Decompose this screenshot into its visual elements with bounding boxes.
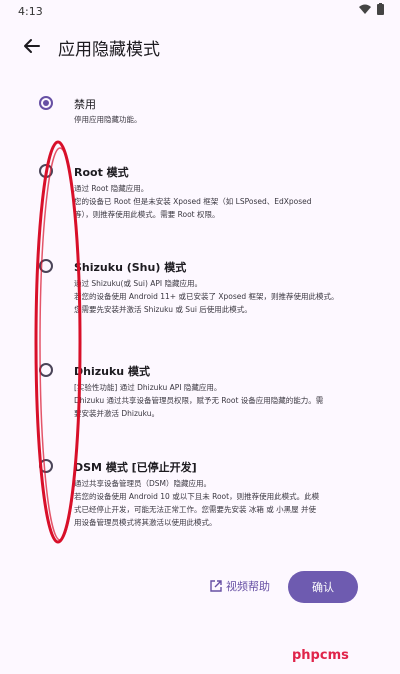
description-line: 通过 Shizuku(或 Sui) API 隐藏应用。 [74, 279, 203, 288]
option-title: 禁用 [74, 98, 96, 111]
page-title: 应用隐藏模式 [58, 40, 160, 60]
description-line: 停用应用隐藏功能。 [74, 115, 142, 124]
option-description: 通过共享设备管理员（DSM）隐藏应用。 若您的设备使用 Android 10 或… [74, 477, 366, 529]
option-dhizuku[interactable]: Dhizuku 模式 [实验性功能] 通过 Dhizuku API 隐藏应用。 … [0, 362, 400, 432]
description-line: 用设备管理员模式将其激活以使用此模式。 [74, 518, 217, 527]
option-shizuku[interactable]: Shizuku (Shu) 模式 通过 Shizuku(或 Sui) API 隐… [0, 256, 400, 326]
radio-disabled[interactable] [39, 96, 53, 110]
option-title: DSM 模式 [已停止开发] [74, 461, 197, 474]
option-title: Shizuku (Shu) 模式 [74, 261, 187, 274]
description-line: 若您的设备使用 Android 10 或以下且未 Root，则推荐使用此模式。此… [74, 492, 320, 501]
option-description: [实验性功能] 通过 Dhizuku API 隐藏应用。 Dhizuku 通过共… [74, 381, 366, 420]
option-root[interactable]: Root 模式 通过 Root 隐藏应用。 您的设备已 Root 但是未安装 X… [0, 158, 400, 228]
option-disabled[interactable]: 禁用 停用应用隐藏功能。 [0, 88, 400, 138]
option-dsm[interactable]: DSM 模式 [已停止开发] 通过共享设备管理员（DSM）隐藏应用。 若您的设备… [0, 458, 400, 548]
watermark: phpcms [292, 648, 349, 663]
description-line: 等），则推荐使用此模式。需要 Root 权限。 [74, 210, 220, 219]
description-line: 式已经停止开发，可能无法正常工作。您需要先安装 冰箱 或 小黑屋 并使 [74, 505, 317, 514]
description-line: [实验性功能] 通过 Dhizuku API 隐藏应用。 [74, 383, 222, 392]
status-bar: 4:13 [0, 0, 400, 24]
radio-dsm[interactable] [39, 459, 53, 473]
description-line: Dhizuku 通过共享设备管理员权限，赋予无 Root 设备应用隐藏的能力。需 [74, 396, 324, 405]
description-line: 您需要先安装并激活 Shizuku 或 Sui 后使用此模式。 [74, 305, 252, 314]
wifi-icon [359, 4, 371, 14]
status-icons [359, 3, 384, 15]
status-time: 4:13 [18, 5, 43, 18]
description-line: 要安装并激活 Dhizuku。 [74, 409, 160, 418]
option-description: 通过 Shizuku(或 Sui) API 隐藏应用。 若您的设备使用 Andr… [74, 277, 366, 316]
video-help-label: 视频帮助 [226, 580, 270, 593]
option-title: Dhizuku 模式 [74, 365, 150, 378]
open-in-new-icon [210, 580, 222, 592]
description-line: 通过 Root 隐藏应用。 [74, 184, 149, 193]
radio-dhizuku[interactable] [39, 363, 53, 377]
battery-icon [377, 3, 384, 15]
video-help-link[interactable]: 视频帮助 [210, 578, 270, 594]
option-description: 通过 Root 隐藏应用。 您的设备已 Root 但是未安装 Xposed 框架… [74, 182, 366, 221]
radio-root[interactable] [39, 164, 53, 178]
description-line: 通过共享设备管理员（DSM）隐藏应用。 [74, 479, 212, 488]
radio-shizuku[interactable] [39, 259, 53, 273]
option-description: 停用应用隐藏功能。 [74, 113, 366, 126]
top-app-bar: 应用隐藏模式 [0, 26, 400, 66]
confirm-button[interactable]: 确认 [288, 571, 358, 603]
back-button[interactable] [20, 34, 44, 58]
description-line: 您的设备已 Root 但是未安装 Xposed 框架（如 LSPosed、EdX… [74, 197, 312, 206]
option-title: Root 模式 [74, 166, 129, 179]
arrow-back-icon [24, 39, 40, 53]
description-line: 若您的设备使用 Android 11+ 或已安装了 Xposed 框架，则推荐使… [74, 292, 339, 301]
